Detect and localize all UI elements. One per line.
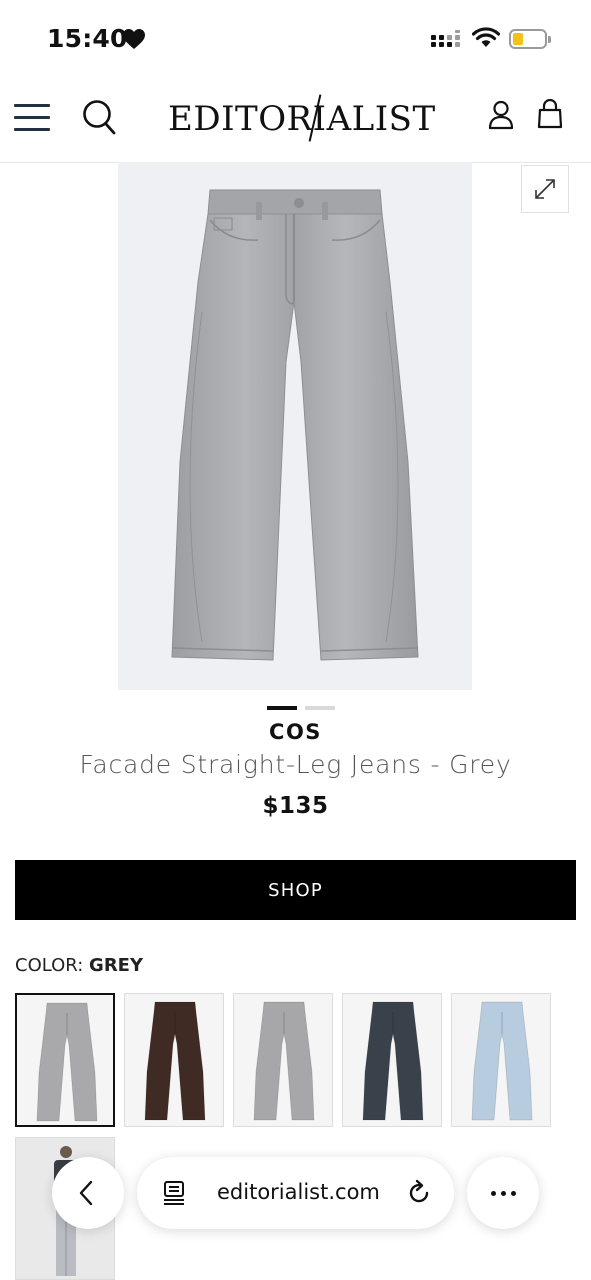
color-swatch-brown[interactable] (124, 993, 224, 1127)
editorialist-logo[interactable]: EDITORIALIST (168, 94, 435, 144)
search-icon[interactable] (81, 98, 117, 136)
product-name: Facade Straight-Leg Jeans - Grey (79, 750, 512, 779)
color-swatch-grey[interactable] (15, 993, 115, 1127)
dot-3 (511, 1191, 516, 1196)
battery-icon (509, 29, 551, 49)
jeans-illustration (171, 189, 419, 661)
product-image[interactable] (118, 162, 472, 690)
user-icon[interactable] (488, 100, 514, 130)
selected-color: GREY (89, 955, 144, 976)
status-bar: 15:40 (0, 0, 591, 78)
address-bar[interactable]: editorialist.com (137, 1157, 454, 1229)
image-pagination (267, 697, 343, 715)
reload-icon[interactable] (405, 1179, 433, 1207)
expand-icon (535, 179, 555, 199)
wifi-icon (472, 27, 500, 47)
product-brand[interactable]: COS (0, 720, 591, 744)
product-price: $135 (262, 793, 329, 819)
more-options-button[interactable] (467, 1157, 539, 1229)
pagination-dot-2[interactable] (305, 706, 335, 710)
shopping-bag-icon[interactable] (537, 99, 563, 129)
expand-image-button[interactable] (521, 165, 569, 213)
color-swatch-light-blue[interactable] (451, 993, 551, 1127)
back-button[interactable] (52, 1157, 124, 1229)
color-label: COLOR: GREY (15, 955, 143, 976)
signal-icon (431, 30, 460, 47)
dot-1 (491, 1191, 496, 1196)
reader-mode-icon[interactable] (161, 1180, 187, 1206)
color-swatch-grey-alt[interactable] (233, 993, 333, 1127)
shop-button[interactable]: SHOP (15, 860, 576, 920)
url-text[interactable]: editorialist.com (217, 1180, 380, 1204)
status-time: 15:40 (47, 24, 128, 53)
color-swatch-black[interactable] (342, 993, 442, 1127)
heart-icon (123, 29, 145, 49)
pagination-dot-1[interactable] (267, 706, 297, 710)
menu-icon[interactable] (14, 104, 50, 132)
dot-2 (501, 1191, 506, 1196)
color-label-text: COLOR: (15, 955, 84, 976)
chevron-left-icon (79, 1180, 93, 1206)
site-header: EDITORIALIST (0, 80, 591, 163)
